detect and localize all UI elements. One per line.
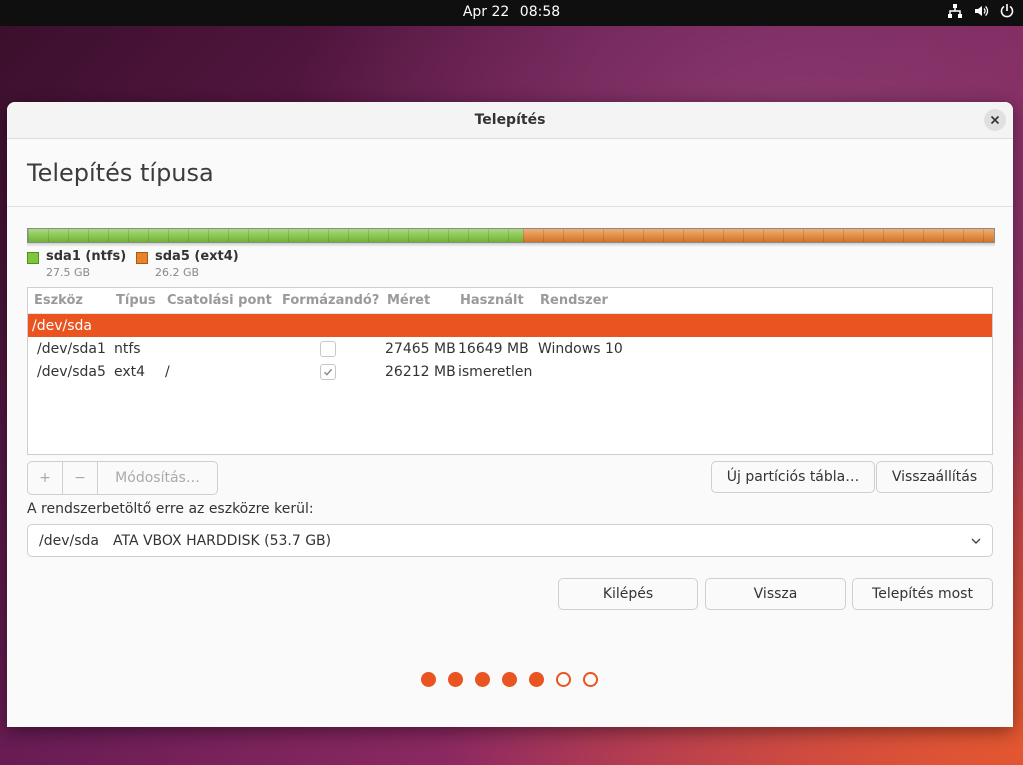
column-header-type[interactable]: Típus <box>116 293 156 308</box>
step-dot <box>502 672 517 687</box>
cell-size: 26212 MB <box>385 364 456 380</box>
close-icon <box>990 115 1000 125</box>
step-dot <box>475 672 490 687</box>
clock[interactable]: Apr 22 08:58 <box>0 4 1023 20</box>
step-dot <box>556 672 571 687</box>
legend-swatch-ntfs <box>27 252 39 264</box>
legend-size: 27.5 GB <box>46 266 91 279</box>
bootloader-device: /dev/sda <box>39 532 99 549</box>
close-button[interactable] <box>984 109 1006 131</box>
cell-system: Windows 10 <box>538 341 623 357</box>
column-header-system[interactable]: Rendszer <box>540 293 608 308</box>
column-header-format[interactable]: Formázandó? <box>282 293 379 308</box>
cell-device: /dev/sda5 <box>37 364 106 380</box>
column-header-used[interactable]: Használt <box>460 293 524 308</box>
column-header-mount[interactable]: Csatolási pont <box>167 293 272 308</box>
new-partition-table-button[interactable]: Új partíciós tábla… <box>711 461 875 493</box>
step-dot <box>421 672 436 687</box>
cell-device: /dev/sda1 <box>37 341 106 357</box>
cell-type: ext4 <box>114 364 146 380</box>
window-titlebar[interactable]: Telepítés <box>7 102 1013 139</box>
legend-swatch-ext4 <box>136 252 148 264</box>
column-header-device[interactable]: Eszköz <box>34 293 83 308</box>
legend-name: sda1 (ntfs) <box>46 249 127 264</box>
bootloader-label: A rendszerbetöltő erre az eszközre kerül… <box>27 501 314 517</box>
step-dot <box>583 672 598 687</box>
cell-type: ntfs <box>114 341 141 357</box>
change-partition-button[interactable]: Módosítás… <box>97 462 217 494</box>
add-partition-button[interactable]: + <box>28 462 62 494</box>
quit-button[interactable]: Kilépés <box>558 578 698 610</box>
table-row[interactable]: /dev/sda1 ntfs 27465 MB 16649 MB Windows… <box>28 337 992 360</box>
volume-icon[interactable] <box>973 3 989 19</box>
clock-time: 08:58 <box>519 4 561 20</box>
partition-toolbar: + − Módosítás… <box>27 461 218 495</box>
legend-size: 26.2 GB <box>155 266 200 279</box>
legend-sda1: sda1 (ntfs) 27.5 GB <box>27 249 126 279</box>
cell-used: 16649 MB <box>458 341 529 357</box>
chevron-down-icon <box>971 538 981 544</box>
partition-bar <box>27 228 995 243</box>
revert-button[interactable]: Visszaállítás <box>876 461 993 493</box>
network-icon[interactable] <box>947 3 963 19</box>
partition-segment-1 <box>28 229 523 242</box>
table-row[interactable]: /dev/sda5 ext4 / 26212 MB ismeretlen <box>28 360 992 383</box>
page-title: Telepítés típusa <box>27 159 214 187</box>
bootloader-description: ATA VBOX HARDDISK (53.7 GB) <box>112 532 332 549</box>
power-icon[interactable] <box>999 3 1015 19</box>
partition-table[interactable]: Eszköz Típus Csatolási pont Formázandó? … <box>27 287 993 455</box>
table-row-disk[interactable]: /dev/sda <box>28 314 992 337</box>
table-header: Eszköz Típus Csatolási pont Formázandó? … <box>28 288 992 314</box>
system-tray[interactable] <box>947 3 1015 19</box>
step-dot <box>448 672 463 687</box>
step-progress <box>421 672 598 687</box>
legend-sda5: sda5 (ext4) 26.2 GB <box>136 249 239 279</box>
remove-partition-button[interactable]: − <box>62 462 97 494</box>
disk-device: /dev/sda <box>32 318 92 334</box>
back-button[interactable]: Vissza <box>705 578 846 610</box>
column-header-size[interactable]: Méret <box>387 293 430 308</box>
step-dot <box>529 672 544 687</box>
window-title: Telepítés <box>474 112 546 128</box>
cell-mount: / <box>165 364 170 380</box>
clock-date: Apr 22 <box>462 4 510 20</box>
bootloader-device-select[interactable]: /dev/sda ATA VBOX HARDDISK (53.7 GB) <box>27 524 993 557</box>
partition-bar-shadow <box>27 243 995 247</box>
installer-window: Telepítés Telepítés típusa sda1 (ntfs) 2… <box>7 102 1013 727</box>
format-checkbox[interactable] <box>320 341 336 357</box>
legend-name: sda5 (ext4) <box>155 249 239 264</box>
divider <box>7 206 1013 207</box>
partition-segment-2 <box>522 229 994 242</box>
format-checkbox[interactable] <box>320 364 336 380</box>
cell-size: 27465 MB <box>385 341 456 357</box>
cell-used: ismeretlen <box>458 364 533 380</box>
checkmark-icon <box>324 368 333 376</box>
install-now-button[interactable]: Telepítés most <box>852 578 993 610</box>
top-bar: Apr 22 08:58 <box>0 0 1023 26</box>
